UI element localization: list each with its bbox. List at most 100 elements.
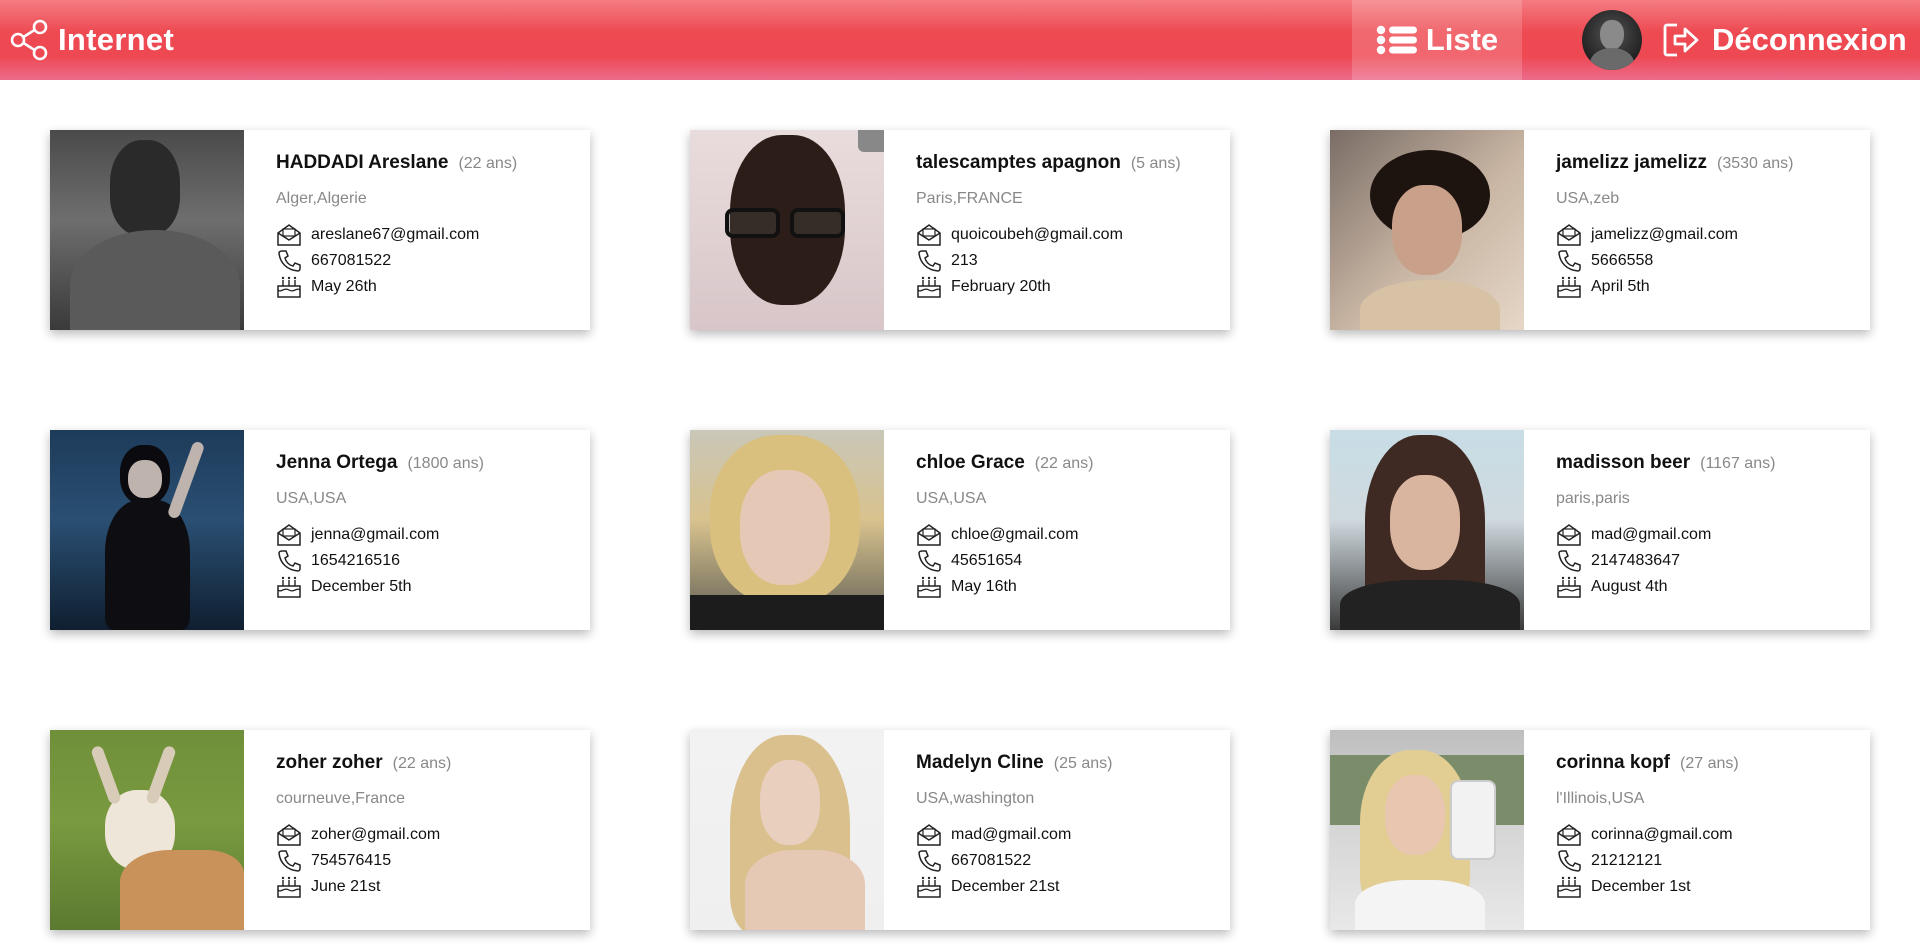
email-icon xyxy=(277,524,301,546)
contact-name: Madelyn Cline xyxy=(916,752,1044,773)
contact-phone: 667081522 xyxy=(311,252,392,269)
brand-link[interactable]: Internet xyxy=(8,14,174,66)
contact-location: USA,washington xyxy=(916,790,1035,807)
contact-birthday: May 26th xyxy=(311,278,377,295)
email-icon xyxy=(1557,224,1581,246)
email-icon xyxy=(1557,824,1581,846)
contact-photo xyxy=(690,430,884,630)
contact-age: (1800 ans) xyxy=(407,455,484,472)
contact-email: chloe@gmail.com xyxy=(951,526,1079,543)
contact-birthday: August 4th xyxy=(1591,578,1668,595)
contact-name: HADDADI Areslane xyxy=(276,152,449,173)
contact-phone: 45651654 xyxy=(951,552,1023,569)
contact-card[interactable]: talescamptes apagnon (5 ans) Paris,FRANC… xyxy=(690,130,1230,330)
phone-icon xyxy=(278,850,301,872)
contact-age: (5 ans) xyxy=(1130,155,1181,172)
birthday-cake-icon xyxy=(917,576,941,598)
contact-location: Alger,Algerie xyxy=(276,190,367,207)
phone-icon xyxy=(1558,850,1581,872)
contact-email: jamelizz@gmail.com xyxy=(1591,226,1738,243)
contact-birthday: December 5th xyxy=(311,578,412,595)
contact-phone: 2147483647 xyxy=(1591,552,1680,569)
avatar-face-shape xyxy=(1600,20,1624,50)
contact-phone: 667081522 xyxy=(951,852,1032,869)
birthday-cake-icon xyxy=(1557,876,1581,898)
email-icon xyxy=(277,824,301,846)
list-icon xyxy=(1376,25,1417,55)
contact-card[interactable]: zoher zoher (22 ans) courneuve,France zo… xyxy=(50,730,590,930)
contact-email: corinna@gmail.com xyxy=(1591,826,1733,843)
phone-icon xyxy=(918,550,941,572)
contact-birthday: February 20th xyxy=(951,278,1051,295)
birthday-cake-icon xyxy=(917,276,941,298)
contact-card[interactable]: jamelizz jamelizz (3530 ans) USA,zeb jam… xyxy=(1330,130,1870,330)
email-icon xyxy=(277,224,301,246)
birthday-cake-icon xyxy=(277,276,301,298)
contact-photo xyxy=(50,430,244,630)
contact-info: jamelizz jamelizz (3530 ans) USA,zeb jam… xyxy=(1524,130,1870,330)
logout-icon xyxy=(1663,23,1699,57)
contact-email: mad@gmail.com xyxy=(1591,526,1712,543)
contact-name: Jenna Ortega xyxy=(276,452,398,473)
contact-photo xyxy=(50,130,244,330)
contact-age: (22 ans) xyxy=(392,755,452,772)
contact-phone: 754576415 xyxy=(311,852,392,869)
contact-card[interactable]: madisson beer (1167 ans) paris,paris mad… xyxy=(1330,430,1870,630)
contact-email: jenna@gmail.com xyxy=(311,526,440,543)
contact-email: quoicoubeh@gmail.com xyxy=(951,226,1123,243)
contact-location: courneuve,France xyxy=(276,790,405,807)
contact-photo xyxy=(1330,730,1524,930)
contact-photo xyxy=(1330,130,1524,330)
birthday-cake-icon xyxy=(1557,576,1581,598)
nav-liste-link[interactable]: Liste xyxy=(1352,0,1522,80)
contact-info: corinna kopf (27 ans) l'Illinois,USA cor… xyxy=(1524,730,1870,930)
logout-link[interactable]: Déconnexion xyxy=(1662,14,1907,66)
contact-name: corinna kopf xyxy=(1556,752,1671,773)
contact-age: (22 ans) xyxy=(458,155,518,172)
email-icon xyxy=(917,224,941,246)
email-icon xyxy=(917,524,941,546)
contact-email: areslane67@gmail.com xyxy=(311,226,480,243)
avatar-body-shape xyxy=(1590,48,1634,70)
contact-card[interactable]: Jenna Ortega (1800 ans) USA,USA jenna@gm… xyxy=(50,430,590,630)
contact-info: zoher zoher (22 ans) courneuve,France zo… xyxy=(244,730,590,930)
contact-card[interactable]: chloe Grace (22 ans) USA,USA chloe@gmail… xyxy=(690,430,1230,630)
contact-email: zoher@gmail.com xyxy=(311,826,441,843)
contact-age: (25 ans) xyxy=(1053,755,1113,772)
share-icon xyxy=(10,19,48,61)
contact-info: Madelyn Cline (25 ans) USA,washington ma… xyxy=(884,730,1230,930)
email-icon xyxy=(1557,524,1581,546)
phone-icon xyxy=(918,250,941,272)
contact-location: USA,USA xyxy=(916,490,987,507)
contact-name: chloe Grace xyxy=(916,452,1025,473)
contact-photo xyxy=(50,730,244,930)
navbar: Internet Liste Déconnexion xyxy=(0,0,1920,80)
contact-phone: 213 xyxy=(951,252,978,269)
contact-name: madisson beer xyxy=(1556,452,1691,473)
contact-info: chloe Grace (22 ans) USA,USA chloe@gmail… xyxy=(884,430,1230,630)
contact-age: (3530 ans) xyxy=(1717,155,1794,172)
contact-card[interactable]: corinna kopf (27 ans) l'Illinois,USA cor… xyxy=(1330,730,1870,930)
contact-location: paris,paris xyxy=(1556,490,1630,507)
contact-birthday: December 21st xyxy=(951,878,1060,895)
contact-birthday: April 5th xyxy=(1591,278,1650,295)
birthday-cake-icon xyxy=(1557,276,1581,298)
phone-icon xyxy=(1558,550,1581,572)
user-avatar[interactable] xyxy=(1582,10,1642,70)
contact-card[interactable]: HADDADI Areslane (22 ans) Alger,Algerie … xyxy=(50,130,590,330)
contact-phone: 1654216516 xyxy=(311,552,400,569)
email-icon xyxy=(917,824,941,846)
contact-location: Paris,FRANCE xyxy=(916,190,1023,207)
contact-card[interactable]: Madelyn Cline (25 ans) USA,washington ma… xyxy=(690,730,1230,930)
contact-birthday: May 16th xyxy=(951,578,1017,595)
contact-name: jamelizz jamelizz xyxy=(1556,152,1708,173)
contact-location: USA,zeb xyxy=(1556,190,1620,207)
phone-icon xyxy=(278,550,301,572)
contact-birthday: December 1st xyxy=(1591,878,1691,895)
contact-age: (27 ans) xyxy=(1680,755,1739,772)
brand-title: Internet xyxy=(58,22,175,57)
contact-age: (1167 ans) xyxy=(1700,455,1776,472)
contact-phone: 21212121 xyxy=(1591,852,1663,869)
contact-info: talescamptes apagnon (5 ans) Paris,FRANC… xyxy=(884,130,1230,330)
nav-liste-label: Liste xyxy=(1425,22,1499,57)
